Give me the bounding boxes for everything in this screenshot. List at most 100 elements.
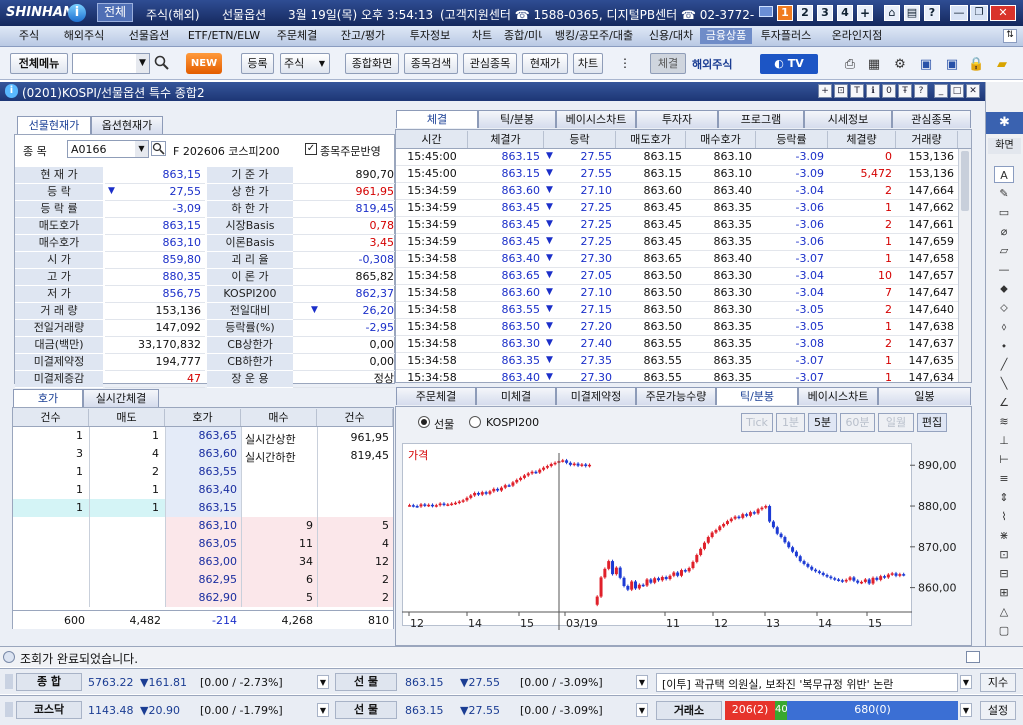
drawing-tool-icon-18[interactable]: ⌇ [994, 508, 1014, 525]
menu-item-12[interactable]: 투자플러스 [756, 28, 816, 44]
trades-scrollbar[interactable] [958, 149, 971, 382]
drawing-tool-icon-1[interactable]: ✎ [994, 185, 1014, 202]
overseas-stock-link[interactable]: 해외주식 [692, 56, 732, 72]
current-price-button[interactable]: 현재가 [522, 53, 568, 74]
watchlist-button[interactable]: 관심종목 [463, 53, 517, 74]
menu-item-1[interactable]: 해외주식 [54, 28, 114, 44]
interval-button-1[interactable]: 1분 [776, 413, 805, 432]
drawing-tool-icon-22[interactable]: ⊞ [994, 584, 1014, 601]
status-window-icon[interactable] [966, 651, 980, 663]
drawing-tool-icon-12[interactable]: ∠ [994, 394, 1014, 411]
home-icon[interactable]: ⌂ [884, 5, 900, 21]
drawing-tool-icon-3[interactable]: ⌀ [994, 223, 1014, 240]
chart-tab-6[interactable]: 일봉 [878, 387, 971, 405]
trades-tab-6[interactable]: 관심종목 [892, 110, 971, 128]
help-icon[interactable]: ? [924, 5, 940, 21]
menu-item-8[interactable]: 종합/미니 [504, 28, 542, 44]
ask-price[interactable]: 863,40 [165, 481, 241, 499]
drawing-tool-icon-10[interactable]: ╱ [994, 356, 1014, 373]
tab-options-price[interactable]: 옵션현재가 [91, 116, 163, 134]
chart-tab-5[interactable]: 베이시스차트 [798, 387, 878, 405]
drawing-tool-icon-5[interactable]: — [994, 261, 1014, 278]
window-3-button[interactable]: 3 [817, 5, 833, 21]
search-icon[interactable] [151, 141, 166, 156]
radio-futures[interactable] [418, 416, 430, 428]
tab-futures-price[interactable]: 선물현재가 [17, 116, 91, 134]
new-badge[interactable]: NEW [186, 53, 222, 74]
menu-item-2[interactable]: 선물옵션 [118, 28, 180, 44]
pin-icon[interactable]: + [818, 84, 832, 98]
window-4-button[interactable]: 4 [837, 5, 853, 21]
window-2-button[interactable]: 2 [797, 5, 813, 21]
interval-button-0[interactable]: Tick [741, 413, 773, 432]
all-menu-button[interactable]: 전체메뉴 [10, 53, 68, 74]
chart-tab-2[interactable]: 미결제약정 [556, 387, 636, 405]
drawing-tool-icon-0[interactable]: A [994, 166, 1014, 183]
menu-item-6[interactable]: 투자정보 [400, 28, 460, 44]
window-1-button[interactable]: 1 [777, 5, 793, 21]
drawing-tool-icon-11[interactable]: ╲ [994, 375, 1014, 392]
drawing-tool-icon-16[interactable]: ≡ [994, 470, 1014, 487]
menu-all-button[interactable]: 전체 [97, 3, 133, 22]
menu-item-0[interactable]: 주식 [8, 28, 50, 44]
register-button[interactable]: 등록 [241, 53, 274, 74]
lock-icon[interactable]: 🔒 [968, 57, 984, 72]
drawing-tool-icon-24[interactable]: ▢ [994, 622, 1014, 639]
index-button[interactable]: 지수 [980, 673, 1016, 692]
chevron-down-icon[interactable]: ▼ [317, 703, 329, 717]
help-small-icon[interactable]: ? [914, 84, 928, 98]
chevron-down-icon[interactable]: ▼ [135, 141, 148, 157]
gear-icon[interactable]: ⚙ [892, 57, 908, 72]
drawing-tool-icon-8[interactable]: ⬨ [994, 318, 1014, 335]
trades-tab-4[interactable]: 프로그램 [718, 110, 804, 128]
close-window-icon[interactable]: ✕ [966, 84, 980, 98]
chevron-down-icon[interactable]: ▼ [317, 675, 329, 689]
tab-overseas-stock[interactable]: 주식(해외) [146, 6, 200, 23]
interval-button-5[interactable]: 편집 [917, 413, 947, 432]
chevron-down-icon[interactable]: ▼ [636, 703, 648, 717]
bid-price[interactable]: 863,10 [165, 517, 241, 535]
ask-price[interactable]: 863,65 [165, 427, 241, 445]
drawing-tool-icon-14[interactable]: ⊥ [994, 432, 1014, 449]
tab-futures-options[interactable]: 선물옵션 [222, 6, 266, 23]
minimize-icon[interactable]: — [950, 5, 968, 21]
bid-price[interactable]: 863,05 [165, 535, 241, 553]
settings-button[interactable]: 설정 [980, 701, 1016, 720]
menu-item-5[interactable]: 잔고/평가 [330, 28, 396, 44]
contract-button[interactable]: 체결 [650, 53, 686, 74]
monitor-icon[interactable] [759, 6, 773, 17]
chart-tab-3[interactable]: 주문가능수량 [636, 387, 716, 405]
stock-search-button[interactable]: 종목검색 [404, 53, 458, 74]
restore-icon[interactable]: ❐ [970, 5, 988, 21]
layout-icon[interactable]: ▣ [918, 57, 934, 72]
menu-scroll-icon[interactable]: ⇅ [1003, 29, 1017, 43]
close-icon[interactable]: ✕ [990, 5, 1016, 21]
up-icon[interactable]: Ŧ [898, 84, 912, 98]
menu-item-10[interactable]: 신용/대차 [646, 28, 696, 44]
trades-tab-3[interactable]: 투자자 [636, 110, 718, 128]
chevron-down-icon[interactable]: ▼ [960, 703, 972, 717]
zero-icon[interactable]: 0 [882, 84, 896, 98]
menu-item-7[interactable]: 차트 [464, 28, 500, 44]
maximize-window-icon[interactable]: □ [950, 84, 964, 98]
menu-item-11[interactable]: 금융상품 [700, 28, 752, 44]
drawing-tool-icon-13[interactable]: ≋ [994, 413, 1014, 430]
code-input[interactable]: A0166 ▼ [67, 140, 149, 158]
drawing-tool-icon-15[interactable]: ⊢ [994, 451, 1014, 468]
chart-button[interactable]: 차트 [573, 53, 603, 74]
tab-realtime-trades[interactable]: 실시간체결 [83, 389, 159, 407]
menu-item-4[interactable]: 주문체결 [268, 28, 326, 44]
overview-screen-button[interactable]: 종합화면 [345, 53, 399, 74]
chevron-down-icon[interactable]: ▼ [960, 675, 972, 689]
drawing-tool-icon-6[interactable]: ⬥ [994, 280, 1014, 297]
info-icon[interactable]: ℹ [866, 84, 880, 98]
bid-price[interactable]: 862,90 [165, 589, 241, 607]
tv-button[interactable]: ◐ TV [760, 54, 818, 74]
search-icon[interactable] [154, 55, 170, 71]
ask-price[interactable]: 863,60 [165, 445, 241, 463]
chart-tab-0[interactable]: 주문체결 [396, 387, 476, 405]
trades-tab-1[interactable]: 틱/분봉 [478, 110, 556, 128]
menu-item-3[interactable]: ETF/ETN/ELW [184, 28, 264, 44]
drawing-tool-icon-4[interactable]: ▱ [994, 242, 1014, 259]
tab-quotes[interactable]: 호가 [13, 389, 83, 407]
